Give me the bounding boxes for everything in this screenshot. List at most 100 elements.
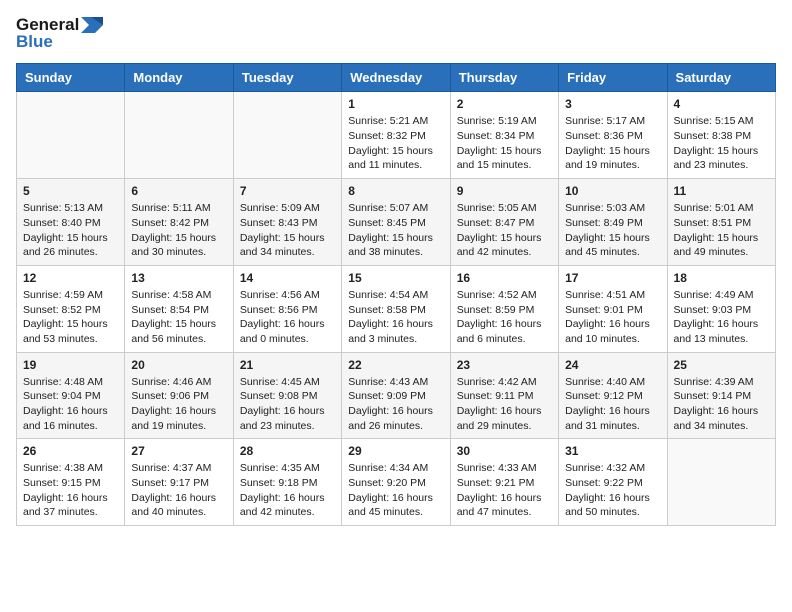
daylight-text: Daylight: 15 hours and 34 minutes.	[240, 231, 335, 260]
cell-sun-info: Sunrise: 4:32 AMSunset: 9:22 PMDaylight:…	[565, 461, 660, 520]
sunset-text: Sunset: 8:49 PM	[565, 216, 660, 231]
sunrise-text: Sunrise: 5:05 AM	[457, 201, 552, 216]
daylight-text: Daylight: 16 hours and 37 minutes.	[23, 491, 118, 520]
calendar-cell: 8Sunrise: 5:07 AMSunset: 8:45 PMDaylight…	[342, 179, 450, 266]
daylight-text: Daylight: 16 hours and 26 minutes.	[348, 404, 443, 433]
day-number: 4	[674, 97, 769, 111]
calendar-cell: 27Sunrise: 4:37 AMSunset: 9:17 PMDayligh…	[125, 439, 233, 526]
cell-sun-info: Sunrise: 5:09 AMSunset: 8:43 PMDaylight:…	[240, 201, 335, 260]
cell-sun-info: Sunrise: 4:52 AMSunset: 8:59 PMDaylight:…	[457, 288, 552, 347]
day-number: 25	[674, 358, 769, 372]
sunset-text: Sunset: 9:09 PM	[348, 389, 443, 404]
sunrise-text: Sunrise: 4:59 AM	[23, 288, 118, 303]
day-number: 26	[23, 444, 118, 458]
sunrise-text: Sunrise: 4:51 AM	[565, 288, 660, 303]
day-number: 16	[457, 271, 552, 285]
cell-sun-info: Sunrise: 5:07 AMSunset: 8:45 PMDaylight:…	[348, 201, 443, 260]
daylight-text: Daylight: 16 hours and 19 minutes.	[131, 404, 226, 433]
sunset-text: Sunset: 8:32 PM	[348, 129, 443, 144]
sunset-text: Sunset: 8:34 PM	[457, 129, 552, 144]
day-number: 22	[348, 358, 443, 372]
calendar-cell: 26Sunrise: 4:38 AMSunset: 9:15 PMDayligh…	[17, 439, 125, 526]
daylight-text: Daylight: 16 hours and 40 minutes.	[131, 491, 226, 520]
sunrise-text: Sunrise: 4:38 AM	[23, 461, 118, 476]
calendar-cell	[125, 92, 233, 179]
sunset-text: Sunset: 8:59 PM	[457, 303, 552, 318]
day-number: 12	[23, 271, 118, 285]
sunrise-text: Sunrise: 5:21 AM	[348, 114, 443, 129]
day-number: 23	[457, 358, 552, 372]
daylight-text: Daylight: 16 hours and 10 minutes.	[565, 317, 660, 346]
sunset-text: Sunset: 9:20 PM	[348, 476, 443, 491]
cell-sun-info: Sunrise: 4:39 AMSunset: 9:14 PMDaylight:…	[674, 375, 769, 434]
sunset-text: Sunset: 9:21 PM	[457, 476, 552, 491]
sunset-text: Sunset: 9:17 PM	[131, 476, 226, 491]
calendar-cell: 14Sunrise: 4:56 AMSunset: 8:56 PMDayligh…	[233, 265, 341, 352]
calendar-cell	[17, 92, 125, 179]
calendar-table: SundayMondayTuesdayWednesdayThursdayFrid…	[16, 63, 776, 526]
sunrise-text: Sunrise: 4:54 AM	[348, 288, 443, 303]
daylight-text: Daylight: 16 hours and 50 minutes.	[565, 491, 660, 520]
daylight-text: Daylight: 16 hours and 3 minutes.	[348, 317, 443, 346]
calendar-cell: 10 Sunrise: 5:03 AMSunset: 8:49 PMDayligh…	[559, 179, 667, 266]
sunrise-text: Sunrise: 4:39 AM	[674, 375, 769, 390]
calendar-cell: 29Sunrise: 4:34 AMSunset: 9:20 PMDayligh…	[342, 439, 450, 526]
week-row-5: 26Sunrise: 4:38 AMSunset: 9:15 PMDayligh…	[17, 439, 776, 526]
daylight-text: Daylight: 16 hours and 45 minutes.	[348, 491, 443, 520]
weekday-header-monday: Monday	[125, 64, 233, 92]
day-number: 10	[565, 184, 660, 198]
day-number: 14	[240, 271, 335, 285]
sunrise-text: Sunrise: 5:11 AM	[131, 201, 226, 216]
day-number: 29	[348, 444, 443, 458]
calendar-cell: 6 Sunrise: 5:11 AMSunset: 8:42 PMDaylight…	[125, 179, 233, 266]
day-number: 15	[348, 271, 443, 285]
daylight-text: Daylight: 16 hours and 23 minutes.	[240, 404, 335, 433]
calendar-cell: 12Sunrise: 4:59 AMSunset: 8:52 PMDayligh…	[17, 265, 125, 352]
calendar-cell: 9Sunrise: 5:05 AMSunset: 8:47 PMDaylight…	[450, 179, 558, 266]
sunrise-text: Sunrise: 4:35 AM	[240, 461, 335, 476]
daylight-text: Daylight: 15 hours and 53 minutes.	[23, 317, 118, 346]
calendar-cell: 23 Sunrise: 4:42 AMSunset: 9:11 PMDayligh…	[450, 352, 558, 439]
cell-sun-info: Sunrise: 4:43 AMSunset: 9:09 PMDaylight:…	[348, 375, 443, 434]
sunset-text: Sunset: 9:03 PM	[674, 303, 769, 318]
day-number: 17	[565, 271, 660, 285]
calendar-cell: 18Sunrise: 4:49 AMSunset: 9:03 PMDayligh…	[667, 265, 775, 352]
calendar-cell: 31Sunrise: 4:32 AMSunset: 9:22 PMDayligh…	[559, 439, 667, 526]
cell-sun-info: Sunrise: 4:54 AMSunset: 8:58 PMDaylight:…	[348, 288, 443, 347]
day-number: 7	[240, 184, 335, 198]
sunrise-text: Sunrise: 4:46 AM	[131, 375, 226, 390]
cell-sun-info: Sunrise: 4:51 AMSunset: 9:01 PMDaylight:…	[565, 288, 660, 347]
day-number: 9	[457, 184, 552, 198]
sunrise-text: Sunrise: 4:58 AM	[131, 288, 226, 303]
weekday-header-thursday: Thursday	[450, 64, 558, 92]
sunrise-text: Sunrise: 4:49 AM	[674, 288, 769, 303]
day-number: 6	[131, 184, 226, 198]
sunset-text: Sunset: 8:36 PM	[565, 129, 660, 144]
cell-sun-info: Sunrise: 5:11 AMSunset: 8:42 PMDaylight:…	[131, 201, 226, 260]
sunrise-text: Sunrise: 4:40 AM	[565, 375, 660, 390]
sunrise-text: Sunrise: 4:45 AM	[240, 375, 335, 390]
daylight-text: Daylight: 15 hours and 49 minutes.	[674, 231, 769, 260]
daylight-text: Daylight: 15 hours and 23 minutes.	[674, 144, 769, 173]
sunset-text: Sunset: 9:22 PM	[565, 476, 660, 491]
cell-sun-info: Sunrise: 4:45 AMSunset: 9:08 PMDaylight:…	[240, 375, 335, 434]
cell-sun-info: Sunrise: 5:19 AMSunset: 8:34 PMDaylight:…	[457, 114, 552, 173]
day-number: 1	[348, 97, 443, 111]
daylight-text: Daylight: 15 hours and 56 minutes.	[131, 317, 226, 346]
weekday-header-sunday: Sunday	[17, 64, 125, 92]
sunset-text: Sunset: 8:58 PM	[348, 303, 443, 318]
sunset-text: Sunset: 9:04 PM	[23, 389, 118, 404]
sunrise-text: Sunrise: 5:07 AM	[348, 201, 443, 216]
calendar-cell: 20Sunrise: 4:46 AMSunset: 9:06 PMDayligh…	[125, 352, 233, 439]
sunrise-text: Sunrise: 4:43 AM	[348, 375, 443, 390]
cell-sun-info: Sunrise: 4:42 AMSunset: 9:11 PMDaylight:…	[457, 375, 552, 434]
day-number: 21	[240, 358, 335, 372]
cell-sun-info: Sunrise: 5:03 AMSunset: 8:49 PMDaylight:…	[565, 201, 660, 260]
sunset-text: Sunset: 8:42 PM	[131, 216, 226, 231]
sunrise-text: Sunrise: 4:56 AM	[240, 288, 335, 303]
calendar-cell: 3Sunrise: 5:17 AMSunset: 8:36 PMDaylight…	[559, 92, 667, 179]
day-number: 18	[674, 271, 769, 285]
weekday-header-friday: Friday	[559, 64, 667, 92]
day-number: 3	[565, 97, 660, 111]
sunset-text: Sunset: 8:54 PM	[131, 303, 226, 318]
